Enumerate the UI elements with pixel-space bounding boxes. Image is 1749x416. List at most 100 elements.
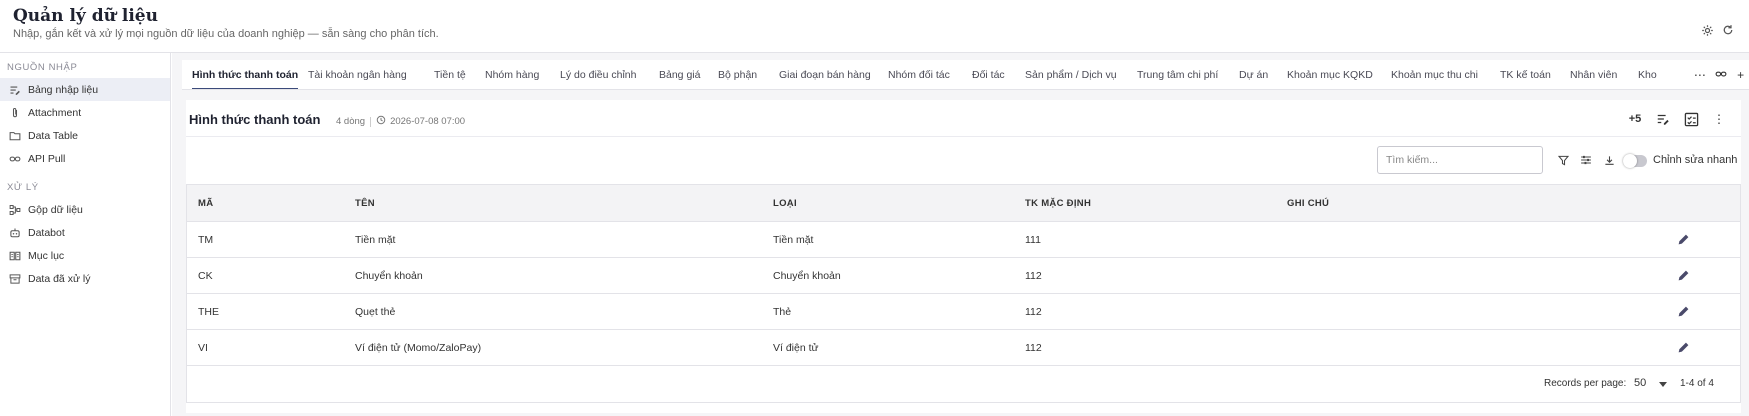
cell-loai: Tiền mặt [773,234,814,246]
column-header-ma[interactable]: MÃ [198,185,213,222]
tab-bang-gia[interactable]: Bảng giá [659,60,700,89]
tab-bo-phan[interactable]: Bộ phận [718,60,757,89]
table-header: MÃ TÊN LOẠI TK MẶC ĐỊNH GHI CHÚ [187,185,1740,222]
pencil-icon[interactable] [1677,305,1691,319]
cell-tk-mac-dinh: 112 [1025,306,1042,318]
sidebar-section-title: NGUỒN NHẬP [7,62,78,73]
paperclip-icon [9,107,21,119]
tab-san-pham-dich-vu[interactable]: Sản phẩm / Dịch vụ [1025,60,1117,89]
page-title: Hình thức thanh toán [189,112,321,127]
pencil-icon[interactable] [1677,233,1691,247]
sidebar-item-databot[interactable]: Databot [0,221,170,244]
timestamp: 2026-07-08 07:00 [390,116,466,127]
row-count: 4 dòng [336,116,366,127]
cell-ten: Quẹt thẻ [355,306,396,318]
tab-tai-khoan-ngan-hang[interactable]: Tài khoản ngân hàng [308,60,407,89]
pencil-icon[interactable] [1677,269,1691,283]
cell-loai: Chuyển khoản [773,270,841,282]
pencil-icon[interactable] [1677,341,1691,355]
table-row[interactable]: VI Ví điện tử (Momo/ZaloPay) Ví điện tử … [187,330,1740,366]
sidebar-item-muc-luc[interactable]: Mục lục [0,244,170,267]
tab-nhom-doi-tac[interactable]: Nhóm đối tác [888,60,950,89]
divider [186,136,1741,137]
chevron-down-icon[interactable] [1659,382,1667,387]
table-row[interactable]: CK Chuyển khoản Chuyển khoản 112 [187,258,1740,294]
cell-ma: CK [198,270,213,282]
records-per-page-select[interactable]: 50 [1634,377,1646,389]
extra-columns-button[interactable]: +5 [1621,109,1649,129]
cell-tk-mac-dinh: 112 [1025,270,1042,282]
records-per-page-label: Records per page: [1544,378,1627,389]
data-card: Hình thức thanh toán 4 dòng 2026-07-08 0… [186,100,1741,413]
column-header-ten[interactable]: TÊN [355,185,375,222]
sidebar-item-attachment[interactable]: Attachment [0,101,170,124]
tab-tk-ke-toan[interactable]: TK kế toán [1500,60,1551,89]
app-header: Quản lý dữ liệu Nhập, gắn kết và xử lý m… [0,0,1749,53]
tab-du-an[interactable]: Dự án [1239,60,1268,89]
sidebar-item-label: Gộp dữ liệu [28,203,83,216]
more-horizontal-icon[interactable]: ⋯ [1694,68,1706,82]
sliders-icon[interactable] [1578,152,1594,168]
edit-list-icon[interactable] [1649,109,1677,129]
sidebar-item-label: Data đã xử lý [28,272,91,285]
table-row[interactable]: THE Quẹt thẻ Thẻ 112 [187,294,1740,330]
cell-ten: Chuyển khoản [355,270,423,282]
sidebar-item-label: Databot [28,226,65,239]
tab-tien-te[interactable]: Tiền tệ [434,60,466,89]
link-icon [9,153,21,165]
card-meta: 4 dòng 2026-07-08 07:00 [336,115,465,128]
tab-bar: Hình thức thanh toán Tài khoản ngân hàng… [182,60,1749,90]
tab-nhom-hang[interactable]: Nhóm hàng [485,60,539,89]
edit-list-icon [9,84,21,96]
app-title: Quản lý dữ liệu [13,6,158,26]
gear-icon[interactable] [1700,24,1714,38]
tab-nhan-vien[interactable]: Nhân viên [1570,60,1617,89]
more-vertical-icon[interactable]: ⋮ [1705,109,1733,129]
tab-giai-doan-ban-hang[interactable]: Giai đoạn bán hàng [779,60,871,89]
filter-icon[interactable] [1555,152,1571,168]
sidebar-section-title: XỬ LÝ [7,182,39,193]
column-header-tk-mac-dinh[interactable]: TK MẶC ĐỊNH [1025,185,1091,222]
tab-khoan-muc-thu-chi[interactable]: Khoản mục thu chi [1391,60,1478,89]
cell-tk-mac-dinh: 112 [1025,342,1042,354]
refresh-icon[interactable] [1721,24,1735,38]
cell-loai: Ví điện tử [773,342,819,354]
column-header-loai[interactable]: LOẠI [773,185,797,222]
divider [370,116,372,127]
tab-doi-tac[interactable]: Đối tác [972,60,1005,89]
cell-ma: TM [198,234,214,246]
sidebar-item-data-table[interactable]: Data Table [0,124,170,147]
cell-ten: Ví điện tử (Momo/ZaloPay) [355,342,482,354]
tab-kho[interactable]: Kho [1638,60,1657,89]
book-icon [9,250,21,262]
link-icon[interactable] [1715,68,1727,83]
sidebar-item-data-da-xu-ly[interactable]: Data đã xử lý [0,267,170,290]
search-input[interactable] [1377,146,1543,174]
pagination-range: 1-4 of 4 [1680,378,1714,389]
tab-hinh-thuc-thanh-toan[interactable]: Hình thức thanh toán [192,60,299,89]
main-content: Hình thức thanh toán Tài khoản ngân hàng… [172,53,1749,416]
clock-icon [376,115,386,128]
table-row[interactable]: TM Tiền mặt Tiền mặt 111 [187,222,1740,258]
tab-khoan-muc-kqkd[interactable]: Khoản mục KQKD [1287,60,1373,89]
sidebar-item-bang-nhap-lieu[interactable]: Bảng nhập liệu [0,78,170,101]
quick-edit-toggle[interactable] [1623,154,1647,168]
tab-trung-tam-chi-phi[interactable]: Trung tâm chi phí [1137,60,1218,89]
cell-tk-mac-dinh: 111 [1025,234,1041,246]
card-actions: +5 ⋮ [1621,109,1733,129]
tab-ly-do-dieu-chinh[interactable]: Lý do điều chỉnh [560,60,636,89]
download-icon[interactable] [1601,152,1617,168]
sidebar-item-label: Data Table [28,129,79,142]
data-table: MÃ TÊN LOẠI TK MẶC ĐỊNH GHI CHÚ TM Tiền … [186,184,1741,403]
tab-tools: ⋯ + [1689,60,1749,89]
cell-loai: Thẻ [773,306,792,318]
folder-icon [9,130,21,142]
sidebar-item-label: API Pull [28,152,66,165]
sidebar: NGUỒN NHẬP Bảng nhập liệu Attachment Dat… [0,53,171,416]
sidebar-item-gop-du-lieu[interactable]: Gộp dữ liệu [0,198,170,221]
sidebar-item-api-pull[interactable]: API Pull [0,147,170,170]
add-icon[interactable]: + [1737,68,1744,82]
column-header-ghi-chu[interactable]: GHI CHÚ [1287,185,1329,222]
checklist-icon[interactable] [1677,109,1705,129]
toggle-knob [1623,154,1637,168]
